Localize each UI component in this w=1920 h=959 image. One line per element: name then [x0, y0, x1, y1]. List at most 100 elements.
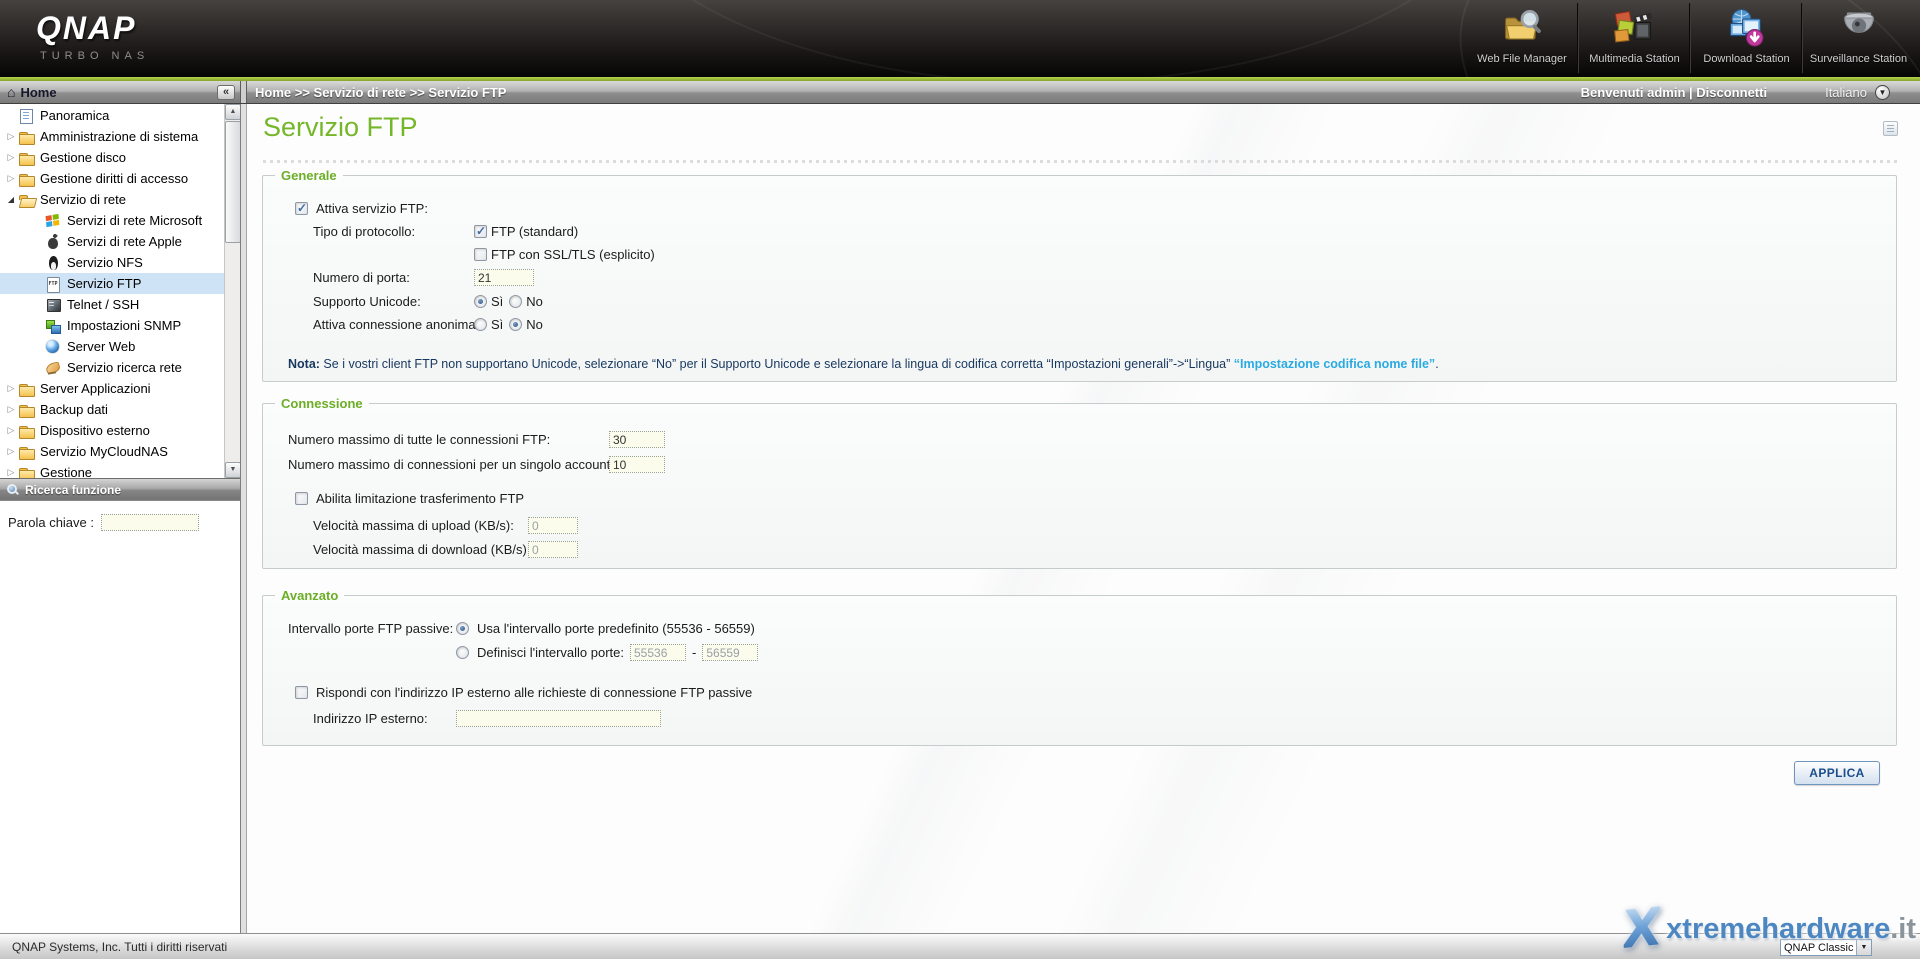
sidebar-item-panoramica[interactable]: Panoramica — [0, 105, 240, 126]
surveillance-station-icon — [1837, 7, 1881, 51]
scroll-up-icon[interactable]: ▲ — [225, 104, 241, 120]
max-connections-input[interactable] — [609, 431, 665, 448]
port-range-to-input[interactable] — [702, 644, 758, 661]
custom-port-range-radio[interactable] — [456, 646, 469, 659]
function-search-input[interactable] — [101, 514, 199, 531]
folder-icon — [18, 423, 35, 439]
qnap-logo: QNAP — [36, 10, 136, 47]
anonymous-no-radio[interactable] — [509, 318, 522, 331]
tree-expanded-expander-icon[interactable]: ◢ — [4, 189, 18, 210]
sidebar-item-dispositivo-esterno[interactable]: ▷ Dispositivo esterno — [0, 420, 240, 441]
default-port-range-label: Usa l'intervallo porte predefinito (5553… — [477, 621, 755, 636]
tree-collapsed-expander-icon[interactable]: ▷ — [4, 420, 18, 441]
apple-icon — [45, 234, 62, 250]
sidebar-item-label: Server Applicazioni — [40, 381, 151, 396]
tree-collapsed-expander-icon[interactable]: ▷ — [4, 441, 18, 462]
tree-collapsed-expander-icon[interactable]: ▷ — [4, 462, 18, 478]
external-ip-checkbox[interactable] — [295, 686, 308, 699]
tree-scrollbar[interactable]: ▲ ▼ — [224, 104, 240, 478]
tree-collapsed-expander-icon[interactable]: ▷ — [4, 168, 18, 189]
app-shortcut-label: Multimedia Station — [1589, 53, 1680, 65]
sidebar-item-gestione-disco[interactable]: ▷Gestione disco — [0, 147, 240, 168]
scroll-down-icon[interactable]: ▼ — [225, 462, 241, 478]
max-single-account-input[interactable] — [609, 456, 665, 473]
sidebar-item-label: Servizi di rete Apple — [67, 234, 182, 249]
snmp-icon — [45, 318, 62, 334]
theme-select-value: QNAP Classic — [1781, 942, 1856, 954]
function-search-panel: Parola chiave : — [0, 502, 240, 933]
ftp-standard-checkbox[interactable] — [474, 225, 487, 238]
sidebar-item-server-web[interactable]: Server Web — [0, 336, 240, 357]
welcome-text: Benvenuti admin | Disconnetti — [1581, 85, 1767, 100]
unicode-label: Supporto Unicode: — [313, 294, 474, 309]
sidebar-item-servizio-ricerca-rete[interactable]: Servizio ricerca rete — [0, 357, 240, 378]
sidebar-item-gestione[interactable]: ▷ Gestione — [0, 462, 240, 478]
note-suffix: . — [1435, 357, 1438, 371]
transfer-limit-label: Abilita limitazione trasferimento FTP — [316, 491, 524, 506]
sidebar-item-servizio-nfs[interactable]: Servizio NFS — [0, 252, 240, 273]
sidebar-item-label: Telnet / SSH — [67, 297, 139, 312]
generale-section: Generale Attiva servizio FTP: Tipo di pr… — [262, 168, 1897, 382]
tree-collapsed-expander-icon[interactable]: ▷ — [4, 378, 18, 399]
sidebar-item-amministrazione-di-sistema[interactable]: ▷ Amministrazione di sistema — [0, 126, 240, 147]
unicode-no-radio[interactable] — [509, 295, 522, 308]
enable-ftp-checkbox[interactable] — [295, 202, 308, 215]
page-options-icon[interactable] — [1883, 121, 1898, 136]
sidebar-item-label: Gestione — [40, 465, 92, 478]
scrollbar-thumb[interactable] — [225, 121, 241, 243]
folder-open-icon — [18, 192, 35, 208]
multimedia-station-shortcut[interactable]: Multimedia Station — [1578, 3, 1690, 73]
sidebar-item-gestione-diritti-di-accesso[interactable]: ▷Gestione diritti di accesso — [0, 168, 240, 189]
sidebar-item-label: Amministrazione di sistema — [40, 129, 198, 144]
language-dropdown-icon[interactable]: ▼ — [1875, 85, 1890, 100]
sidebar-item-backup-dati[interactable]: ▷Backup dati — [0, 399, 240, 420]
upload-limit-input[interactable] — [528, 517, 578, 534]
apply-button[interactable]: APPLICA — [1794, 761, 1880, 785]
surveillance-station-shortcut[interactable]: Surveillance Station — [1802, 3, 1914, 73]
note-prefix: Nota: — [288, 357, 320, 371]
anonymous-yes-radio[interactable] — [474, 318, 487, 331]
tree-collapsed-expander-icon[interactable]: ▷ — [4, 399, 18, 420]
sidebar-item-server-applicazioni[interactable]: ▷ Server Applicazioni — [0, 378, 240, 399]
web-file-manager-shortcut[interactable]: Web File Manager — [1466, 3, 1578, 73]
transfer-limit-checkbox[interactable] — [295, 492, 308, 505]
sidebar-item-servizi-di-rete-apple[interactable]: Servizi di rete Apple — [0, 231, 240, 252]
external-ip-label: Indirizzo IP esterno: — [313, 711, 456, 726]
tree-collapsed-expander-icon[interactable]: ▷ — [4, 147, 18, 168]
encoding-settings-link[interactable]: “Impostazione codifica nome file” — [1234, 357, 1435, 371]
download-station-shortcut[interactable]: Download Station — [1690, 3, 1802, 73]
sidebar-item-telnet-ssh[interactable]: Telnet / SSH — [0, 294, 240, 315]
title-separator — [263, 160, 1898, 163]
page-title: Servizio FTP — [263, 112, 418, 143]
external-ip-check-label: Rispondi con l'indirizzo IP esterno alle… — [316, 685, 752, 700]
app-shortcut-label: Surveillance Station — [1810, 53, 1907, 65]
sidebar-item-servizi-di-rete-microsoft[interactable]: Servizi di rete Microsoft — [0, 210, 240, 231]
header-apps: Web File Manager Multimedia Station Downlo… — [1466, 3, 1914, 73]
sidebar-item-servizio-mycloudnas[interactable]: ▷Servizio MyCloudNAS — [0, 441, 240, 462]
enable-ftp-label: Attiva servizio FTP: — [316, 201, 428, 216]
unicode-note: Nota: Se i vostri client FTP non support… — [288, 357, 1439, 371]
sidebar-item-impostazioni-snmp[interactable]: Impostazioni SNMP — [0, 315, 240, 336]
sidebar-item-label: Dispositivo esterno — [40, 423, 150, 438]
external-ip-input[interactable] — [456, 710, 661, 727]
ftp-port-input[interactable] — [474, 269, 534, 286]
download-limit-input[interactable] — [528, 541, 578, 558]
tree-collapsed-expander-icon[interactable]: ▷ — [4, 126, 18, 147]
collapse-sidebar-button[interactable]: « — [217, 85, 235, 100]
ftp-ssl-label: FTP con SSL/TLS (esplicito) — [491, 247, 655, 262]
port-range-from-input[interactable] — [630, 644, 686, 661]
logout-link[interactable]: Disconnetti — [1696, 85, 1767, 100]
sidebar-item-servizio-di-rete[interactable]: ◢Servizio di rete — [0, 189, 240, 210]
sidebar-item-servizio-ftp[interactable]: Servizio FTP — [0, 273, 240, 294]
default-port-range-radio[interactable] — [456, 622, 469, 635]
unicode-yes-label: Sì — [491, 294, 503, 309]
download-limit-label: Velocità massima di download (KB/s): — [313, 542, 528, 557]
app-shortcut-label: Web File Manager — [1477, 53, 1567, 65]
anonymous-label: Attiva connessione anonima: — [313, 317, 474, 332]
connessione-legend: Connessione — [275, 396, 369, 411]
theme-select[interactable]: QNAP Classic ▼ — [1780, 939, 1872, 956]
netsearch-icon — [45, 360, 62, 376]
folder-icon — [18, 444, 35, 460]
unicode-yes-radio[interactable] — [474, 295, 487, 308]
ftp-ssl-checkbox[interactable] — [474, 248, 487, 261]
